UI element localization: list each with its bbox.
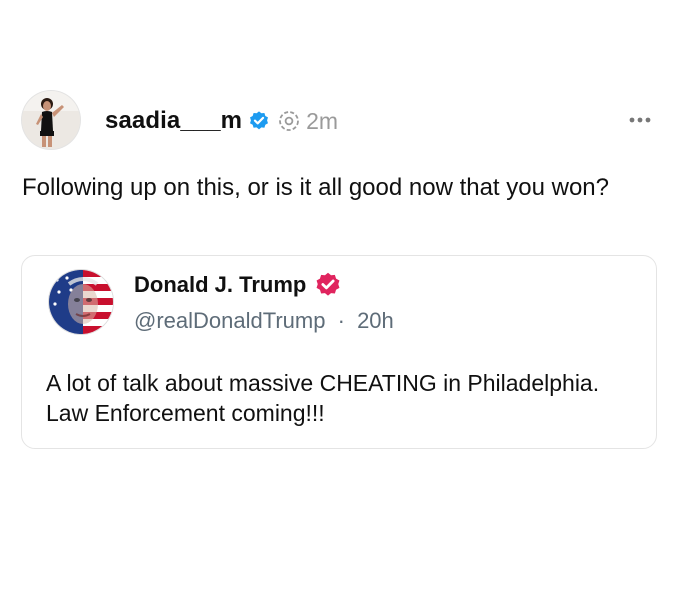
quoted-post-card[interactable]: Donald J. Trump @realDonaldTrump · 20h A…	[21, 255, 657, 449]
quoted-handle-row: @realDonaldTrump · 20h	[134, 308, 394, 334]
post-time: 2m	[306, 107, 339, 134]
verified-badge-icon	[248, 110, 270, 132]
threads-fediverse-icon	[278, 110, 300, 132]
more-horizontal-icon[interactable]	[624, 112, 656, 128]
author-username[interactable]: saadia___m	[105, 107, 242, 135]
quoted-author-handle[interactable]: @realDonaldTrump	[134, 308, 325, 333]
thread-post: saadia___m 2m Following up on this, or i…	[0, 0, 680, 603]
quoted-verified-badge-icon	[314, 271, 342, 299]
quoted-author-name[interactable]: Donald J. Trump	[134, 272, 306, 298]
quoted-post-text: A lot of talk about massive CHEATING in …	[46, 370, 600, 426]
quoted-avatar-photo	[49, 270, 113, 334]
separator-dot: ·	[337, 308, 345, 333]
quoted-name-row: Donald J. Trump	[134, 270, 342, 300]
post-body-text: Following up on this, or is it all good …	[22, 174, 610, 201]
quoted-author-avatar[interactable]	[49, 270, 113, 334]
post-header: saadia___m 2m	[105, 104, 338, 138]
author-avatar[interactable]	[22, 91, 80, 149]
avatar-photo	[22, 91, 80, 149]
quoted-post-time: 20h	[357, 308, 394, 333]
